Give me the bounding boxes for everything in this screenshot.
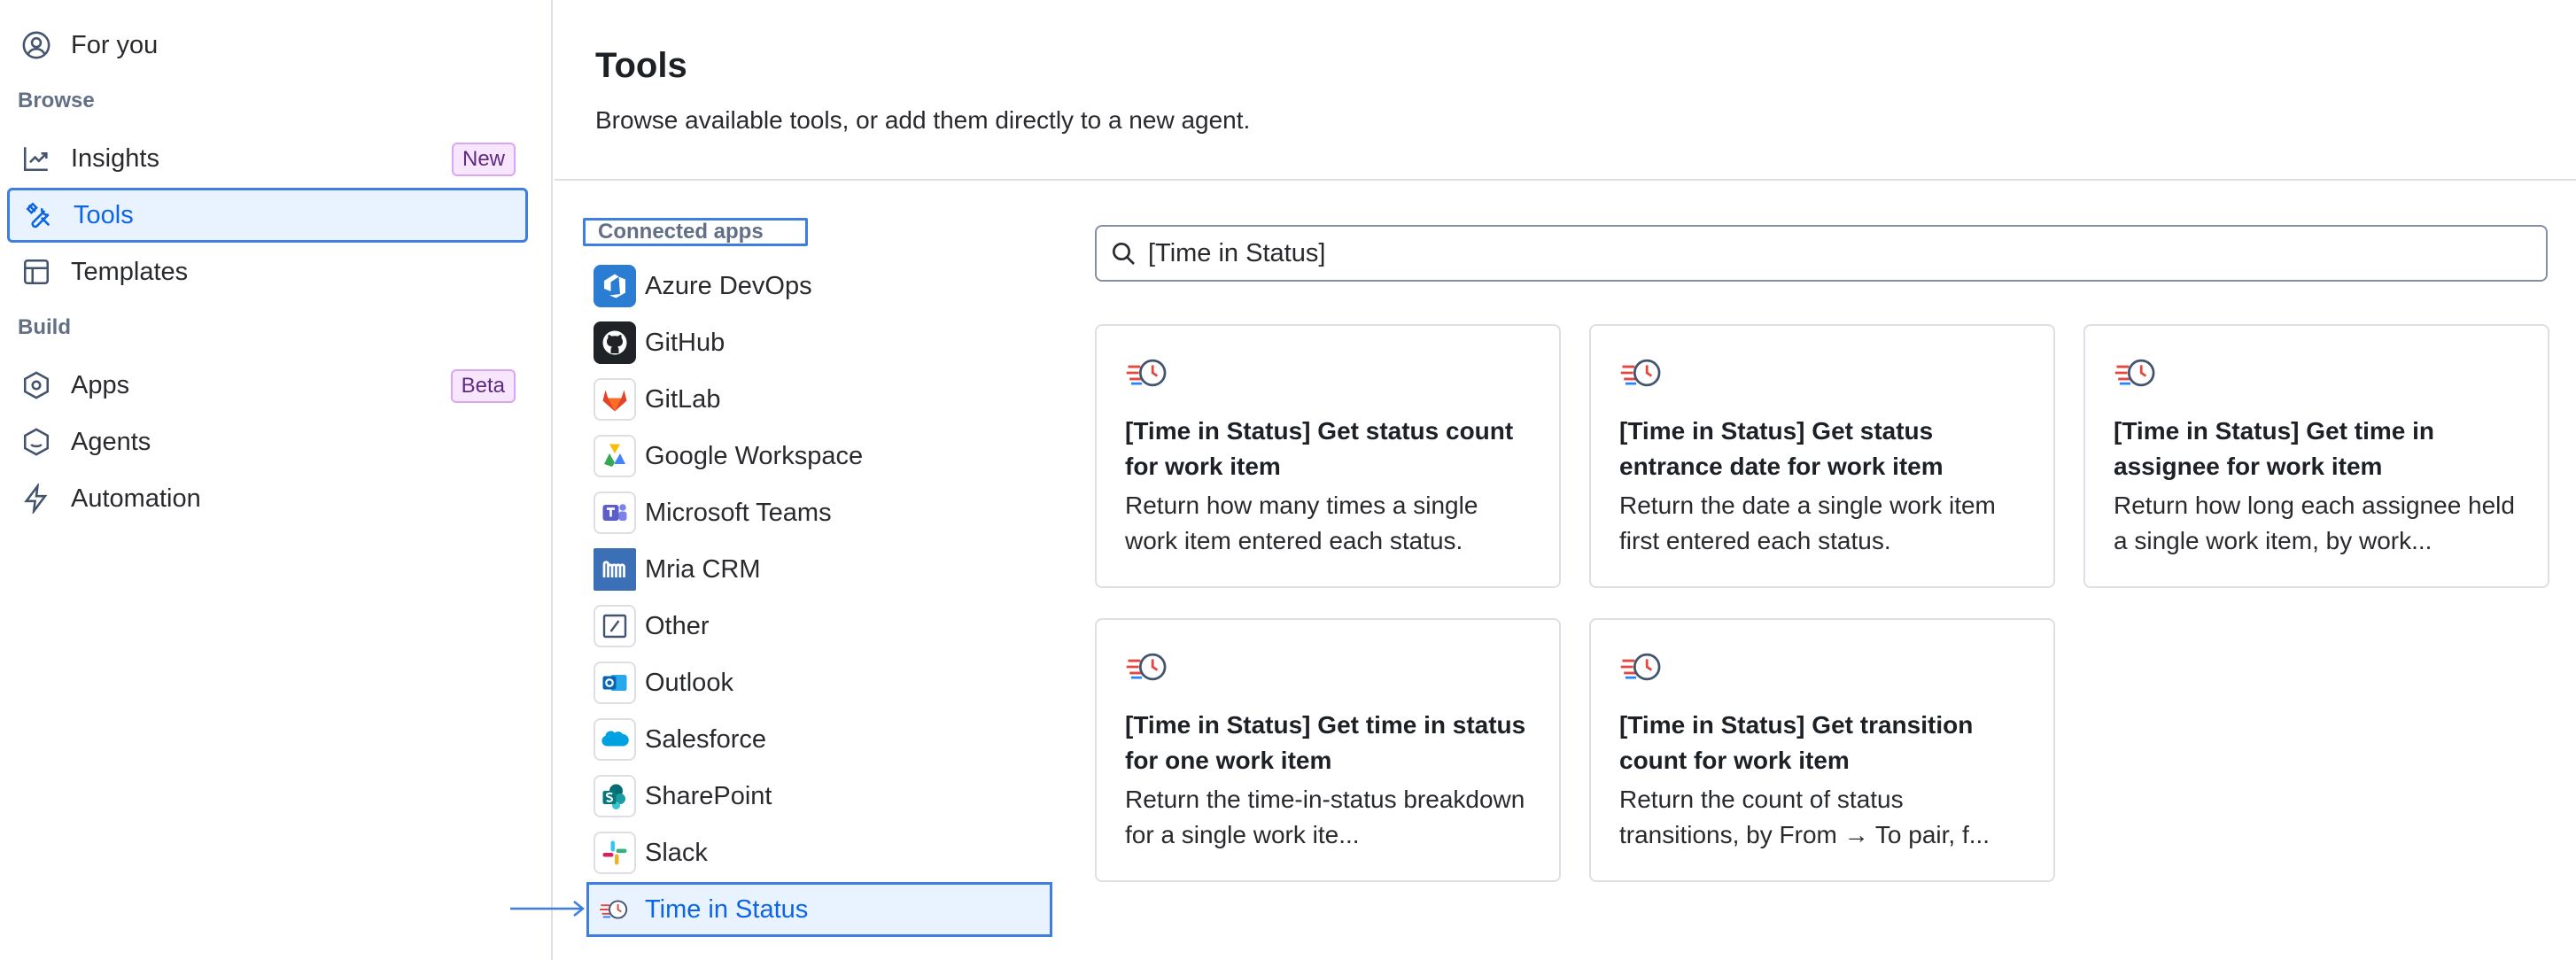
time-in-status-icon	[1126, 359, 1167, 387]
sidebar-item-label: Insights	[71, 143, 159, 173]
github-icon	[594, 321, 636, 364]
other-icon	[594, 605, 636, 647]
card-title: [Time in Status] Get time in status for …	[1125, 711, 1526, 774]
hexagon-icon	[19, 368, 53, 402]
slack-icon	[594, 832, 636, 874]
app-item-label: Microsoft Teams	[645, 498, 832, 527]
tools-icon	[22, 198, 56, 232]
tool-card-status-entrance-date[interactable]: [Time in Status] Get status entrance dat…	[1589, 324, 2055, 588]
search-field[interactable]	[1095, 225, 2548, 282]
connected-apps-heading: Connected apps	[583, 218, 808, 246]
outlook-icon	[594, 662, 636, 704]
sidebar-item-label: Automation	[71, 484, 201, 513]
page-header: Tools Browse available tools, or add the…	[555, 0, 2576, 181]
sidebar-item-apps[interactable]: Apps Beta	[7, 358, 528, 413]
microsoft-teams-icon	[594, 492, 636, 534]
card-description: Return the count of status transitions, …	[1619, 786, 1990, 848]
app-item-gitlab[interactable]: GitLab	[586, 372, 1052, 427]
time-in-status-icon	[1126, 653, 1167, 681]
sidebar-item-label: Agents	[71, 427, 151, 456]
sidebar-item-insights[interactable]: Insights New	[7, 131, 528, 186]
tool-card-time-in-assignee[interactable]: [Time in Status] Get time in assignee fo…	[2083, 324, 2549, 588]
section-label-browse: Browse	[18, 89, 95, 112]
app-item-microsoft-teams[interactable]: Microsoft Teams	[586, 485, 1052, 540]
card-title: [Time in Status] Get status count for wo…	[1125, 417, 1514, 480]
pointer-arrow-icon	[510, 901, 586, 917]
main-content: Tools Browse available tools, or add the…	[555, 0, 2576, 960]
app-item-github[interactable]: GitHub	[586, 315, 1052, 370]
app-item-label: SharePoint	[645, 781, 772, 810]
tool-card-transition-count[interactable]: [Time in Status] Get transition count fo…	[1589, 618, 2055, 882]
tool-card-status-count[interactable]: [Time in Status] Get status count for wo…	[1095, 324, 1561, 588]
app-item-label: Mria CRM	[645, 554, 761, 584]
app-item-salesforce[interactable]: Salesforce	[586, 712, 1052, 767]
sidebar-item-label: For you	[71, 30, 159, 59]
page-subtitle: Browse available tools, or add them dire…	[595, 106, 1251, 134]
app-item-label: Salesforce	[645, 724, 767, 754]
agent-icon	[19, 425, 53, 459]
sharepoint-icon	[594, 775, 636, 817]
sidebar-item-automation[interactable]: Automation	[7, 471, 528, 526]
lightning-icon	[19, 482, 53, 515]
new-badge: New	[451, 143, 516, 176]
app-item-azure-devops[interactable]: Azure DevOps	[586, 259, 1052, 314]
app-item-label: GitLab	[645, 384, 721, 414]
sidebar-item-agents[interactable]: Agents	[7, 414, 528, 469]
card-title: [Time in Status] Get time in assignee fo…	[2114, 417, 2434, 480]
tool-card-time-in-status[interactable]: [Time in Status] Get time in status for …	[1095, 618, 1561, 882]
time-in-status-icon	[594, 888, 636, 931]
section-label-build: Build	[18, 315, 71, 339]
sidebar-item-tools[interactable]: Tools	[7, 188, 528, 243]
app-item-slack[interactable]: Slack	[586, 825, 1052, 880]
salesforce-icon	[594, 718, 636, 761]
time-in-status-icon	[1620, 653, 1661, 681]
page-title: Tools	[595, 46, 687, 85]
beta-badge: Beta	[450, 369, 516, 403]
app-item-label: Outlook	[645, 668, 733, 697]
sidebar-item-label: Tools	[74, 200, 134, 229]
card-description: Return the time-in-status breakdown for …	[1125, 786, 1525, 848]
time-in-status-icon	[2114, 359, 2155, 387]
sidebar-item-templates[interactable]: Templates	[7, 244, 528, 299]
app-item-google-workspace[interactable]: Google Workspace	[586, 429, 1052, 484]
sidebar-item-for-you[interactable]: For you	[7, 18, 528, 73]
app-item-mria-crm[interactable]: Mria CRM	[586, 542, 1052, 597]
trend-chart-icon	[19, 142, 53, 175]
sidebar-item-label: Apps	[71, 370, 130, 399]
azure-devops-icon	[594, 265, 636, 307]
app-item-label: GitHub	[645, 328, 725, 357]
app-item-outlook[interactable]: Outlook	[586, 655, 1052, 710]
app-item-label: Slack	[645, 838, 708, 867]
template-icon	[19, 255, 53, 289]
time-in-status-icon	[1620, 359, 1661, 387]
sidebar: For you Browse Insights New Tools Templa…	[0, 0, 553, 960]
sidebar-item-label: Templates	[71, 257, 189, 286]
card-description: Return how long each assignee held a sin…	[2114, 492, 2515, 554]
app-item-other[interactable]: Other	[586, 599, 1052, 654]
app-item-label: Google Workspace	[645, 441, 864, 470]
card-description: Return the date a single work item first…	[1619, 492, 1996, 554]
google-workspace-icon	[594, 435, 636, 477]
gitlab-icon	[594, 378, 636, 421]
mria-crm-icon	[594, 548, 636, 591]
app-item-time-in-status[interactable]: Time in Status	[586, 882, 1052, 937]
app-item-label: Time in Status	[645, 894, 809, 924]
app-item-sharepoint[interactable]: SharePoint	[586, 769, 1052, 824]
card-description: Return how many times a single work item…	[1125, 492, 1478, 554]
user-circle-icon	[19, 28, 53, 62]
card-title: [Time in Status] Get transition count fo…	[1619, 711, 1974, 774]
app-item-label: Other	[645, 611, 710, 640]
card-title: [Time in Status] Get status entrance dat…	[1619, 417, 1944, 480]
search-icon	[1113, 243, 1135, 265]
search-input[interactable]	[1148, 238, 2477, 268]
app-item-label: Azure DevOps	[645, 271, 812, 300]
